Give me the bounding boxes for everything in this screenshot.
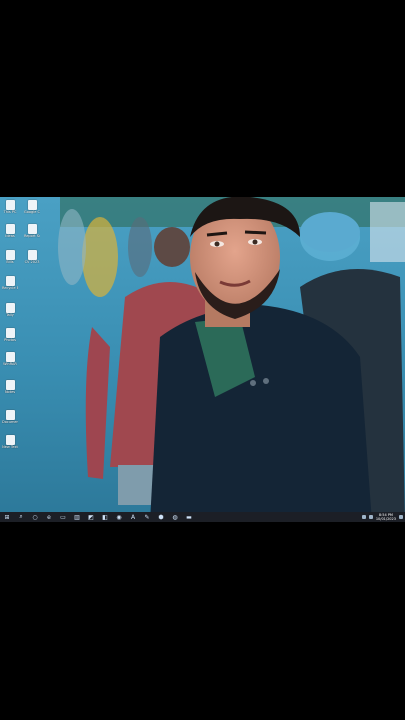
file-icon — [5, 224, 15, 234]
desktop-icon[interactable]: This PC — [2, 200, 18, 214]
pinned-app-icon[interactable]: ▭ — [59, 513, 67, 521]
desktop-icon-label: Bills — [6, 260, 14, 264]
taskbar: ⊞ ⌕ ○ e ▭ ▥ ◩ ◧ ◉ A ✎ ⬢ ◍ ▬ 8:54 PM 10/01/2023 — [0, 512, 405, 522]
file-icon — [27, 200, 37, 210]
desktop-icon[interactable]: Report Summary — [24, 224, 40, 238]
desktop-icon[interactable]: Bills — [2, 250, 18, 264]
notifications-icon[interactable] — [399, 515, 403, 519]
pinned-app-icon[interactable]: ◍ — [171, 513, 179, 521]
wallpaper-photo — [0, 197, 405, 522]
file-icon — [5, 250, 15, 260]
file-icon — [27, 250, 37, 260]
start-button[interactable]: ⊞ — [3, 513, 11, 521]
pinned-apps: e ▭ ▥ ◩ ◧ ◉ A ✎ ⬢ ◍ ▬ — [42, 513, 196, 521]
desktop-icon-label: Google Chrome — [24, 210, 40, 214]
pinned-app-icon[interactable]: ✎ — [143, 513, 151, 521]
desktop-icon[interactable]: Photos — [2, 328, 18, 342]
desktop-icon[interactable]: Google Chrome — [24, 200, 40, 214]
desktop-icon-label: This PC — [3, 210, 17, 214]
desktop-screen: This PC Google Chrome Ideas Report Summary B… — [0, 197, 405, 522]
file-icon — [5, 276, 15, 286]
pinned-app-icon[interactable]: ⬢ — [157, 513, 165, 521]
desktop-icon[interactable]: Ideas — [2, 224, 18, 238]
file-icon — [5, 435, 15, 445]
system-tray: 8:54 PM 10/01/2023 — [361, 512, 403, 522]
task-view-icon[interactable]: ○ — [31, 513, 39, 521]
file-icon — [27, 224, 37, 234]
clock-date: 10/01/2023 — [375, 517, 396, 521]
pinned-app-icon[interactable]: A — [129, 513, 137, 521]
desktop-icon[interactable]: Tally — [2, 303, 18, 317]
file-icon — [5, 328, 15, 338]
file-icon — [5, 410, 15, 420]
desktop-icon-label: Report Summary — [24, 234, 40, 238]
desktop-icon[interactable]: New Text — [2, 435, 18, 449]
desktop-icon-label: WinRAR — [3, 362, 17, 366]
pinned-app-icon[interactable]: ▬ — [185, 513, 193, 521]
desktop-icon[interactable]: Notes — [2, 380, 18, 394]
pinned-app-icon[interactable]: ▥ — [73, 513, 81, 521]
pinned-app-icon[interactable]: e — [45, 513, 53, 521]
volume-icon[interactable] — [368, 515, 373, 519]
file-icon — [5, 380, 15, 390]
desktop-icon-label: CV 2023 — [24, 260, 40, 264]
file-icon — [5, 200, 15, 210]
desktop-icon[interactable]: CV 2023 — [24, 250, 40, 264]
desktop-icon-label: Photos — [4, 338, 16, 342]
file-icon — [5, 352, 15, 362]
desktop-icon-label: New Text — [2, 445, 18, 449]
desktop-icon-label: Tally — [6, 313, 14, 317]
search-icon[interactable]: ⌕ — [17, 513, 25, 521]
desktop-icon-label: Recycle Bin — [2, 286, 18, 290]
desktop-icon-label: Ideas — [5, 234, 15, 238]
pinned-app-icon[interactable]: ◉ — [115, 513, 123, 521]
desktop-icon-label: Document — [2, 420, 18, 424]
pinned-app-icon[interactable]: ◩ — [87, 513, 95, 521]
clock[interactable]: 8:54 PM 10/01/2023 — [376, 513, 396, 521]
pinned-app-icon[interactable]: ◧ — [101, 513, 109, 521]
network-icon[interactable] — [361, 515, 366, 519]
desktop-icon[interactable]: Recycle Bin — [2, 276, 18, 290]
desktop-icon-label: Notes — [4, 390, 16, 394]
file-icon — [5, 303, 15, 313]
desktop-icon[interactable]: Document — [2, 410, 18, 424]
desktop-icon[interactable]: WinRAR — [2, 352, 18, 366]
